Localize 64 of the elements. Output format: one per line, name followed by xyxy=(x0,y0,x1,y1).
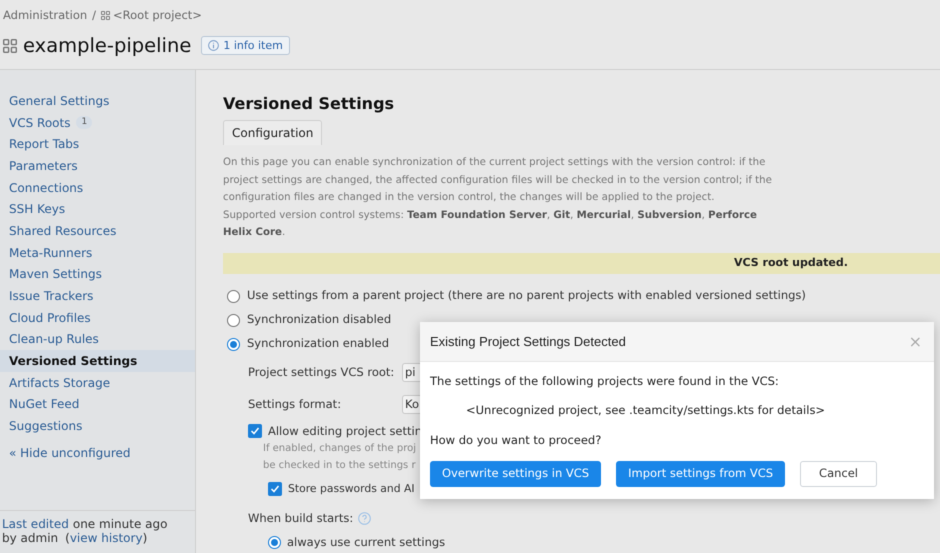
field-label: When build starts: xyxy=(248,510,354,527)
notice-bar: VCS root updated. xyxy=(223,252,940,274)
field-label: Project settings VCS root: xyxy=(248,364,396,381)
last-edited-link[interactable]: Last edited xyxy=(2,517,69,531)
checkbox-label: Store passwords and AI xyxy=(288,480,415,497)
dialog-question: How do you want to proceed? xyxy=(430,432,602,448)
paren-text: ) xyxy=(142,531,148,545)
radio-button[interactable] xyxy=(268,536,281,550)
edited-time: one minute ago xyxy=(72,517,168,531)
sidebar-item[interactable]: Issue Trackers xyxy=(0,285,195,307)
radio-label: Synchronization enabled xyxy=(247,335,390,352)
sidebar-item[interactable]: Suggestions xyxy=(0,415,195,437)
radio-button[interactable] xyxy=(227,290,240,302)
view-history-link[interactable]: view history xyxy=(70,531,143,545)
edited-by: by admin xyxy=(2,531,58,545)
tab[interactable]: Configuration xyxy=(223,120,322,145)
radio-label: Use settings from a parent project (there are no parent projects with enabled versioned settings) xyxy=(247,287,806,304)
radio-label: always use current settings xyxy=(287,534,446,552)
description-text: On this page you can enable synchronization of the current project settings with the version control: if the project settings are changed, the affected configuration files will be checked in to the version control; if the configuration files are changed in the version control, the changes will be applied to the project. xyxy=(223,156,773,205)
radio-button[interactable] xyxy=(227,314,240,326)
sidebar-item[interactable]: Parameters xyxy=(0,155,195,177)
sidebar-item[interactable]: Versioned Settings xyxy=(0,350,195,372)
sidebar-item[interactable]: Cloud Profiles xyxy=(0,306,195,329)
page-title: Versioned Settings xyxy=(223,93,396,115)
field-label: Settings format: xyxy=(248,396,342,413)
paren-text: ( xyxy=(65,531,70,545)
info-icon xyxy=(208,40,220,52)
sidebar-item[interactable]: VCS Roots 1 xyxy=(0,112,195,134)
hint-text: be checked in to the settings r xyxy=(262,458,416,473)
check-icon xyxy=(270,484,280,494)
checkbox[interactable] xyxy=(248,424,262,438)
dropdown-field[interactable]: Ko xyxy=(402,395,420,414)
project-title: example-pipeline xyxy=(23,33,192,60)
project-icon xyxy=(101,11,110,20)
dialog-button[interactable]: Cancel xyxy=(800,460,878,487)
dialog-title: Existing Project Settings Detected xyxy=(430,332,626,351)
count-badge: 1 xyxy=(76,116,92,130)
sidebar-item[interactable]: SSH Keys xyxy=(0,198,195,220)
breadcrumb-link[interactable]: Administration xyxy=(3,7,88,24)
checkbox[interactable] xyxy=(268,482,282,496)
info-badge[interactable]: 1 info item xyxy=(201,36,290,56)
hide-unconfigured-link[interactable]: « Hide unconfigured xyxy=(0,444,195,462)
project-icon xyxy=(3,38,17,53)
dialog-button[interactable]: Import settings from VCS xyxy=(616,460,786,487)
supported-systems-text: Supported version control systems: Team Foundation Server, Git, Mercurial, Subversion, Perforce Helix Core. xyxy=(223,208,758,240)
dialog-text: The settings of the following projects were found in the VCS: xyxy=(430,373,780,390)
radio-button[interactable] xyxy=(227,338,240,350)
sidebar-item[interactable]: Maven Settings xyxy=(0,264,195,286)
hint-text: If enabled, changes of the proj xyxy=(262,442,416,456)
sidebar-item[interactable]: NuGet Feed xyxy=(0,394,195,416)
dialog-button[interactable]: Overwrite settings in VCS xyxy=(430,460,602,487)
breadcrumb-separator: / xyxy=(92,7,96,24)
sidebar-item[interactable]: General Settings xyxy=(0,90,195,112)
sidebar-item[interactable]: Shared Resources xyxy=(0,220,195,242)
dropdown-field[interactable]: pi xyxy=(402,363,420,382)
sidebar-item[interactable]: Report Tabs xyxy=(0,133,195,156)
sidebar-item[interactable]: Clean-up Rules xyxy=(0,328,195,350)
breadcrumb-link[interactable]: <Root project> xyxy=(113,7,202,24)
sidebar-item[interactable]: Meta-Runners xyxy=(0,242,195,264)
sidebar-item[interactable]: Artifacts Storage xyxy=(0,372,195,394)
sidebar-item[interactable]: Connections xyxy=(0,176,195,198)
radio-label: Synchronization disabled xyxy=(247,311,392,328)
check-icon xyxy=(250,426,260,436)
project-name: <Unrecognized project, see .teamcity/settings.kts for details> xyxy=(465,402,826,420)
